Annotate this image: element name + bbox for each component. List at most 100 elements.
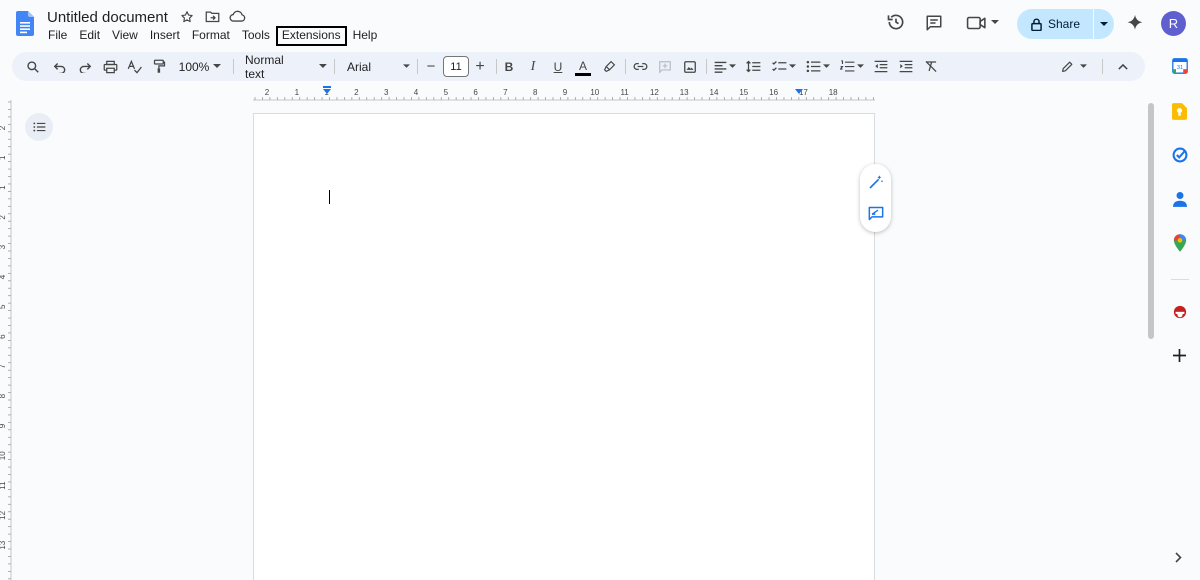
align-left-icon (714, 61, 727, 73)
menu-bar: File Edit View Insert Format Tools Exten… (42, 26, 383, 46)
cloud-saved-icon[interactable] (229, 10, 246, 23)
undo-icon (53, 62, 66, 73)
add-comment-float-icon[interactable] (868, 206, 884, 221)
ruler-number: 5 (0, 304, 7, 309)
docs-logo-icon[interactable] (16, 11, 34, 36)
document-outline-button[interactable] (25, 113, 53, 141)
redo-icon (79, 62, 92, 73)
undo-button[interactable] (51, 52, 69, 81)
ruler-number: 2 (265, 88, 270, 97)
menu-extensions[interactable]: Extensions (275, 26, 347, 46)
line-spacing-icon (745, 60, 760, 73)
decrease-indent-button[interactable] (872, 52, 890, 81)
print-button[interactable] (101, 52, 119, 81)
highlight-color-button[interactable] (600, 52, 618, 81)
ruler-number: 4 (0, 274, 7, 279)
insert-link-button[interactable] (631, 52, 649, 81)
ruler-number: 16 (769, 88, 778, 97)
italic-button[interactable]: I (525, 52, 541, 81)
checklist-select[interactable] (769, 52, 799, 81)
ruler-number: 12 (650, 88, 659, 97)
contacts-icon[interactable] (1173, 191, 1187, 207)
text-color-swatch (575, 72, 591, 76)
share-button[interactable]: Share (1017, 9, 1114, 39)
ruler-number: 8 (0, 393, 7, 398)
account-avatar[interactable]: R (1161, 11, 1186, 36)
paragraph-style-select[interactable]: Normal text (241, 52, 327, 81)
document-title[interactable]: Untitled document (47, 9, 168, 26)
gemini-sparkle-icon[interactable] (1126, 14, 1144, 32)
text-color-button[interactable]: A (574, 52, 592, 81)
pencil-icon (1062, 61, 1073, 72)
image-icon (684, 60, 696, 73)
font-select[interactable]: Arial (342, 52, 410, 81)
font-size-input[interactable]: 11 (443, 56, 469, 77)
calendar-icon[interactable]: 31 (1172, 58, 1188, 74)
star-icon[interactable] (180, 10, 194, 24)
menu-view[interactable]: View (106, 26, 144, 46)
move-folder-icon[interactable] (205, 10, 220, 23)
horizontal-ruler[interactable]: 21123456789101112131415161718 (253, 86, 875, 102)
toolbar-divider (496, 59, 497, 74)
document-page[interactable] (253, 113, 875, 580)
maps-icon[interactable] (1173, 234, 1187, 252)
add-comment-button[interactable] (656, 52, 674, 81)
menu-format[interactable]: Format (186, 26, 236, 46)
ruler-number: 13 (0, 540, 7, 549)
font-value: Arial (347, 59, 372, 74)
comments-icon[interactable] (925, 14, 943, 32)
insert-image-button[interactable] (681, 52, 699, 81)
search-menus-button[interactable] (24, 52, 42, 81)
menu-tools[interactable]: Tools (236, 26, 276, 46)
decrease-font-size-button[interactable]: − (423, 52, 439, 81)
add-icon[interactable] (1173, 349, 1186, 362)
redo-button[interactable] (76, 52, 94, 81)
increase-indent-button[interactable] (897, 52, 915, 81)
help-me-write-icon[interactable] (868, 174, 884, 190)
meet-caret-icon[interactable] (991, 19, 999, 25)
text-color-label: A (578, 58, 587, 73)
menu-help[interactable]: Help (347, 26, 384, 46)
collapse-menus-button[interactable] (1114, 52, 1132, 81)
expand-icon[interactable] (1175, 552, 1182, 563)
addon-icon[interactable] (1173, 304, 1187, 320)
underline-button[interactable]: U (550, 52, 566, 81)
align-select[interactable] (711, 52, 739, 81)
keep-icon[interactable] (1172, 103, 1187, 120)
share-main-button[interactable]: Share (1017, 9, 1093, 39)
text-cursor (329, 190, 330, 204)
editing-mode-select[interactable] (1058, 52, 1090, 81)
numbered-list-select[interactable] (837, 52, 867, 81)
clear-formatting-button[interactable] (922, 52, 940, 81)
version-history-icon[interactable] (886, 12, 906, 32)
line-spacing-button[interactable] (744, 52, 762, 81)
bulleted-list-icon (806, 60, 821, 73)
search-icon (27, 60, 39, 73)
bold-button[interactable]: B (501, 52, 517, 81)
spellcheck-button[interactable] (125, 52, 143, 81)
zoom-select[interactable]: 100% (174, 52, 226, 81)
toolbar-divider (334, 59, 335, 74)
formatting-toolbar: 100% Normal text Arial − 11 + B I U A (12, 52, 1145, 81)
paint-format-button[interactable] (150, 52, 168, 81)
vertical-ruler[interactable]: 2112345678910111213 (0, 100, 12, 580)
menu-edit[interactable]: Edit (73, 26, 106, 46)
ruler-number: 2 (354, 88, 359, 97)
share-dropdown[interactable] (1094, 9, 1114, 39)
tasks-icon[interactable] (1172, 147, 1188, 163)
bulleted-list-select[interactable] (803, 52, 833, 81)
vertical-scrollbar-thumb[interactable] (1148, 103, 1154, 339)
menu-file[interactable]: File (42, 26, 73, 46)
ruler-number: 8 (533, 88, 538, 97)
ruler-number: 1 (0, 155, 7, 160)
ruler-number: 5 (444, 88, 449, 97)
increase-font-size-button[interactable]: + (472, 52, 488, 81)
lock-icon (1031, 18, 1042, 31)
menu-insert[interactable]: Insert (144, 26, 186, 46)
meet-video-icon[interactable] (966, 15, 988, 31)
ruler-number: 14 (710, 88, 719, 97)
ruler-number: 15 (739, 88, 748, 97)
ruler-number: 9 (563, 88, 568, 97)
first-line-indent-marker[interactable] (323, 86, 331, 88)
ruler-number: 6 (473, 88, 478, 97)
